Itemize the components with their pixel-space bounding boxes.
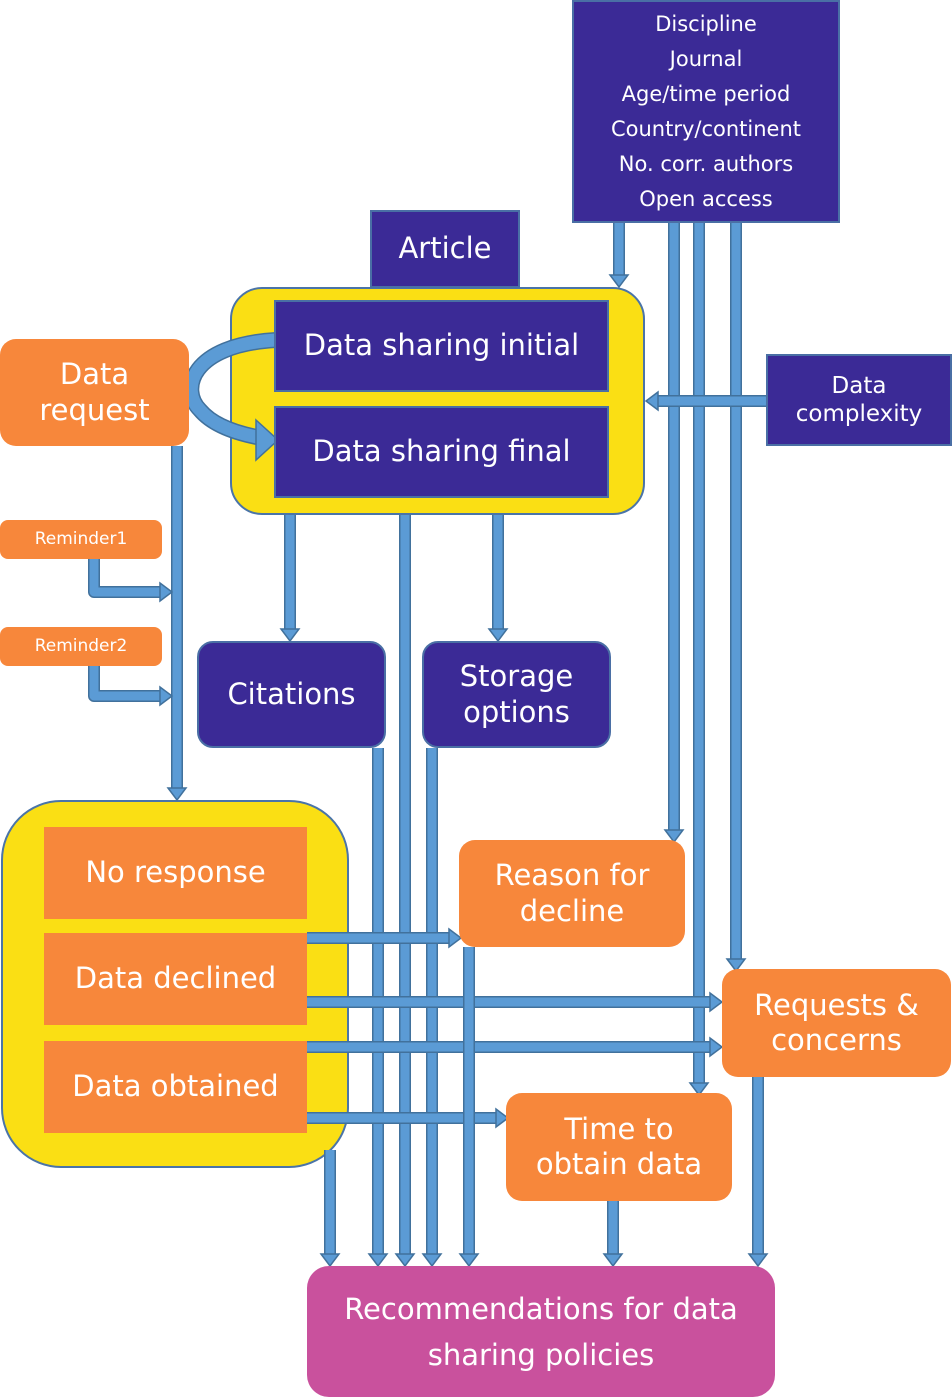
requests-concerns-box: Requests & concerns [722,969,951,1077]
data-complexity-box: Data complexity [766,354,952,446]
arrow-declined-to-requests [307,991,724,1013]
time-to-obtain-box: Time to obtain data [506,1093,732,1201]
arrow-sharing-to-storage [487,515,509,643]
arrow-factors-to-requests [725,223,747,973]
arrow-reminder1 [88,559,174,603]
arrow-time-to-recommendations [602,1201,624,1268]
article-factors-box: Discipline Journal Age/time period Count… [572,0,840,223]
storage-options-box: Storage options [422,641,611,748]
data-obtained-box: Data obtained [44,1041,307,1133]
data-declined-box: Data declined [44,933,307,1025]
no-response-box: No response [44,827,307,919]
arrow-sharing-to-recommendations [394,515,416,1268]
arrow-complexity-to-sharing [644,390,766,412]
arrow-reminder2 [88,666,174,707]
arrow-obtained-to-requests [307,1036,724,1058]
reminder1-box: Reminder1 [0,520,162,559]
arrow-sharing-to-citations [279,515,301,643]
article-box: Article [370,210,520,288]
recommendations-box: Recommendations for data sharing policie… [307,1266,775,1397]
arrow-factors-to-time [688,223,710,1097]
arrow-request-to-response [166,446,188,802]
arrow-requests-to-recommendations [747,1077,769,1268]
data-sharing-final-box: Data sharing final [274,406,609,498]
data-request-box: Data request [0,339,189,446]
citations-box: Citations [197,641,386,748]
arrow-factors-to-sharing [608,223,630,289]
reminder2-box: Reminder2 [0,627,162,666]
data-sharing-initial-box: Data sharing initial [274,300,609,392]
reason-for-decline-box: Reason for decline [459,840,685,947]
arrow-response-to-recommendations [319,1150,341,1268]
arrow-reason-to-recommendations [458,947,480,1268]
arrow-factors-to-reason [663,223,685,844]
